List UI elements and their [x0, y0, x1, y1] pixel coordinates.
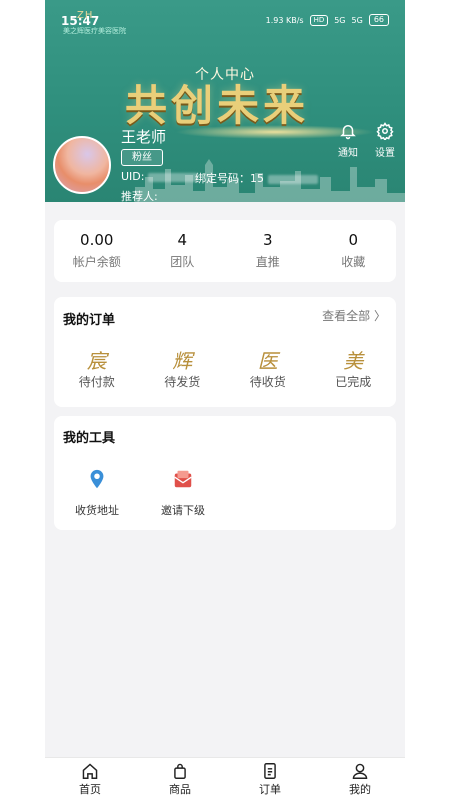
tab-orders[interactable]: 订单: [225, 758, 315, 800]
brand-logo-subtitle: 美之辉医疗美容医院: [63, 27, 126, 35]
my-tools-card: 我的工具 收货地址 邀请下级: [54, 416, 396, 530]
order-status-label: 待收货: [249, 375, 286, 389]
bell-icon: [340, 125, 356, 140]
shopping-bag-icon: [174, 763, 186, 779]
tab-label: 我的: [349, 783, 371, 796]
stat-direct-referrals[interactable]: 3 直推: [225, 220, 311, 282]
order-completed[interactable]: 美 已完成: [311, 345, 397, 390]
stat-value: 0.00: [80, 231, 114, 249]
order-status-label: 待发货: [164, 375, 201, 389]
stat-label: 帐户余额: [72, 255, 121, 269]
member-level-badge: 粉丝: [121, 149, 163, 166]
home-icon: [82, 763, 98, 779]
signal-5g-2: 5G: [351, 15, 363, 25]
order-pending-payment[interactable]: 宸 待付款: [54, 345, 140, 390]
view-all-orders-link[interactable]: 查看全部 〉: [322, 307, 386, 324]
avatar[interactable]: [53, 136, 111, 194]
uid-value-redacted: [147, 172, 198, 182]
stat-label: 直推: [255, 255, 280, 269]
order-status-icon: 宸: [86, 349, 107, 373]
bound-phone-row: 绑定号码：15: [195, 170, 318, 186]
order-status-icon: 美: [343, 349, 364, 373]
account-stats-card: 0.00 帐户余额 4 团队 3 直推 0 收藏: [54, 220, 396, 282]
order-status-row: 宸 待付款 辉 待发货 医 待收货 美 已完成: [54, 345, 396, 390]
hd-indicator: HD: [309, 14, 329, 26]
location-pin-icon: [90, 469, 104, 489]
uid-row: UID:: [121, 170, 198, 183]
stat-team[interactable]: 4 团队: [140, 220, 226, 282]
stat-value: 3: [262, 231, 273, 249]
referrer-label: 推荐人:: [121, 190, 158, 202]
signal-5g-1: 5G: [334, 15, 346, 25]
status-indicators: 1.93 KB/s HD 5G 5G 66: [266, 14, 389, 26]
referrer-row: 推荐人:: [121, 188, 158, 202]
tab-label: 订单: [259, 783, 281, 796]
order-pending-shipment[interactable]: 辉 待发货: [140, 345, 226, 390]
invite-envelope-icon: [174, 470, 192, 488]
stat-label: 收藏: [341, 255, 366, 269]
order-list-icon: [264, 763, 276, 779]
tab-profile[interactable]: 我的: [315, 758, 405, 800]
bound-phone-redacted: [267, 174, 318, 184]
tools-title: 我的工具: [63, 431, 116, 446]
tab-home[interactable]: 首页: [45, 758, 135, 800]
battery-icon: 66: [368, 14, 389, 26]
gear-icon: [376, 122, 394, 140]
notifications-button[interactable]: 通知: [328, 122, 368, 159]
settings-button[interactable]: 设置: [365, 122, 405, 159]
tab-label: 首页: [79, 783, 101, 796]
status-bar: 15:47 ZH 美之辉医疗美容医院 1.93 KB/s HD 5G 5G 66: [45, 10, 405, 35]
stat-balance[interactable]: 0.00 帐户余额: [54, 220, 140, 282]
tool-invite-subordinate[interactable]: 邀请下级: [140, 468, 226, 518]
stat-favorites[interactable]: 0 收藏: [311, 220, 397, 282]
tab-products[interactable]: 商品: [135, 758, 225, 800]
stat-value: 4: [177, 231, 188, 249]
tools-row: 收货地址 邀请下级: [54, 468, 226, 518]
my-orders-card: 我的订单 查看全部 〉 宸 待付款 辉 待发货 医 待收货 美 已完成: [54, 297, 396, 407]
order-status-icon: 辉: [172, 349, 193, 373]
tab-label: 商品: [169, 783, 191, 796]
order-status-label: 已完成: [335, 375, 372, 389]
user-name: 王老师: [121, 128, 167, 146]
order-pending-receipt[interactable]: 医 待收货: [225, 345, 311, 390]
app-screen: 15:47 ZH 美之辉医疗美容医院 1.93 KB/s HD 5G 5G 66…: [45, 0, 405, 800]
notifications-label: 通知: [338, 148, 358, 159]
banner-title: 共创未来: [125, 81, 310, 130]
tool-label: 邀请下级: [161, 504, 205, 517]
stat-label: 团队: [170, 255, 195, 269]
stat-value: 0: [348, 231, 359, 249]
bound-phone-label: 绑定号码：15: [195, 172, 264, 185]
tool-shipping-address[interactable]: 收货地址: [54, 468, 140, 518]
brand-logo: ZH: [77, 10, 94, 21]
uid-label: UID:: [121, 170, 145, 183]
orders-title: 我的订单: [63, 313, 116, 328]
bottom-tab-bar: 首页 商品 订单 我的: [45, 757, 405, 800]
tool-label: 收货地址: [75, 504, 119, 517]
settings-label: 设置: [375, 148, 395, 159]
order-status-icon: 医: [257, 349, 278, 373]
order-status-label: 待付款: [78, 375, 115, 389]
net-speed: 1.93 KB/s: [265, 15, 304, 25]
profile-header: 15:47 ZH 美之辉医疗美容医院 1.93 KB/s HD 5G 5G 66…: [45, 0, 405, 202]
profile-icon: [352, 763, 368, 779]
